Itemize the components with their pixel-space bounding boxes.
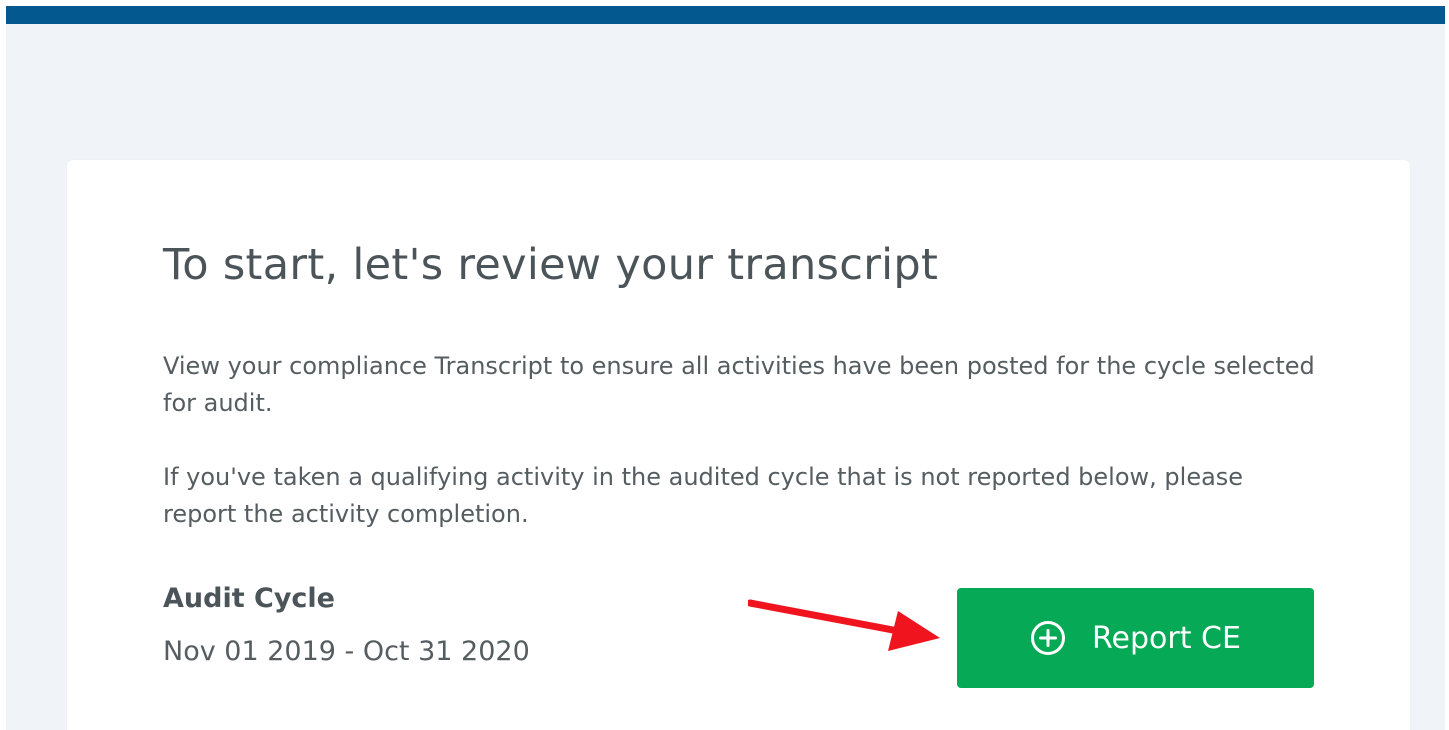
audit-cycle-label: Audit Cycle bbox=[163, 583, 335, 614]
header-bar bbox=[6, 6, 1445, 24]
intro-paragraph-transcript: View your compliance Transcript to ensur… bbox=[163, 352, 1315, 417]
audit-cycle-dates: Nov 01 2019 - Oct 31 2020 bbox=[163, 636, 530, 667]
report-ce-button-label: Report CE bbox=[1092, 620, 1241, 656]
intro-paragraph-report: If you've taken a qualifying activity in… bbox=[163, 463, 1244, 528]
page-title: To start, let's review your transcript bbox=[163, 240, 939, 290]
plus-circle-icon bbox=[1030, 620, 1066, 656]
transcript-review-card: To start, let's review your transcript V… bbox=[67, 160, 1410, 730]
red-arrow-icon bbox=[748, 599, 940, 651]
report-ce-button[interactable]: Report CE bbox=[957, 588, 1314, 688]
